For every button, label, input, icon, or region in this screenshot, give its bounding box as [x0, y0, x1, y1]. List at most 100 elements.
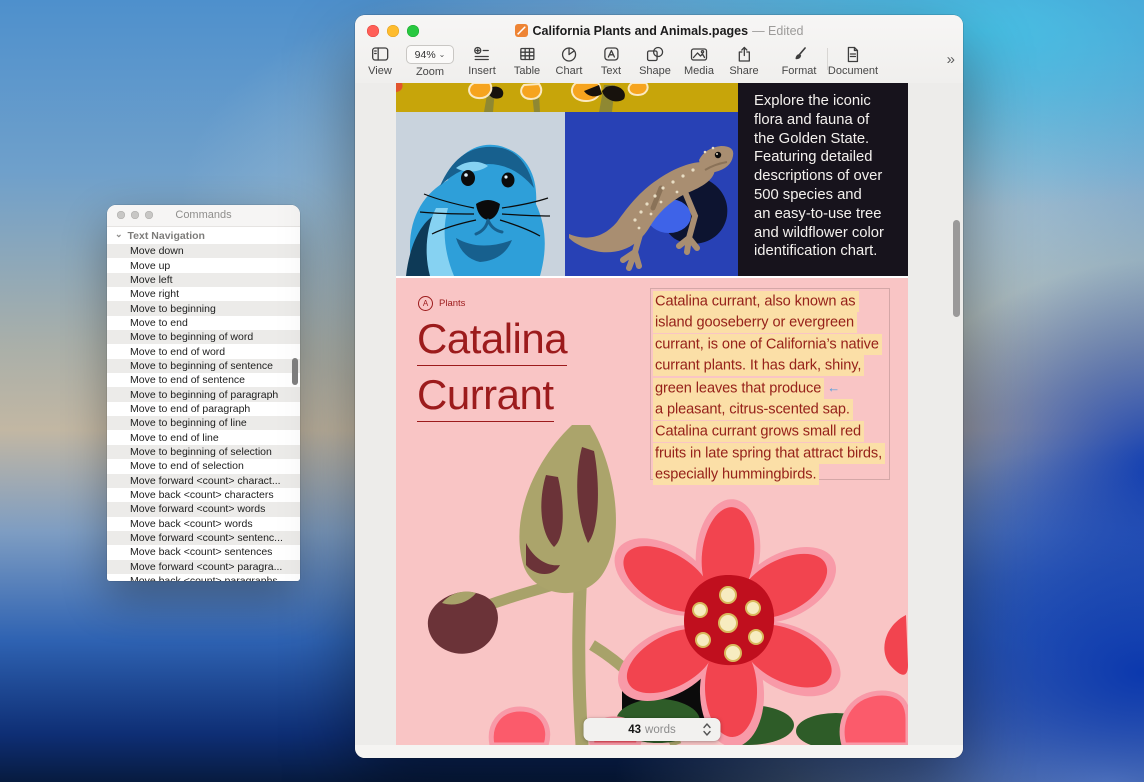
chevron-down-icon: ⌄: [115, 229, 123, 240]
intro-text-box[interactable]: Explore the iconic flora and fauna of th…: [738, 83, 908, 276]
zoom-select[interactable]: 94% ⌄: [406, 45, 454, 64]
body-line: island gooseberry or evergreen: [653, 313, 889, 335]
text-button[interactable]: Text: [601, 45, 621, 77]
category-letter-icon: A: [418, 296, 433, 311]
intro-line: descriptions of over: [754, 167, 898, 186]
word-count-value: 43: [628, 724, 641, 736]
intro-line: flora and fauna of: [754, 111, 898, 130]
poppy-band-image[interactable]: [396, 83, 738, 112]
toolbar-label: Document: [828, 65, 878, 77]
list-item[interactable]: Move to beginning of word: [107, 330, 300, 344]
list-item[interactable]: Move to beginning of line: [107, 416, 300, 430]
list-item[interactable]: Move back <count> paragraphs: [107, 574, 300, 581]
category-label: Plants: [439, 298, 465, 309]
list-item[interactable]: Move forward <count> paragra...: [107, 560, 300, 574]
list-item[interactable]: Move to beginning of paragraph: [107, 387, 300, 401]
body-line: currant, is one of California’s native: [653, 334, 889, 356]
stepper-icon[interactable]: [703, 722, 712, 740]
list-item[interactable]: Move back <count> characters: [107, 488, 300, 502]
list-item[interactable]: Move to beginning of sentence: [107, 359, 300, 373]
view-button[interactable]: View: [368, 45, 392, 77]
pages-app-icon: [515, 23, 528, 40]
body-line: fruits in late spring that attract birds…: [653, 443, 889, 465]
panel-scrollbar[interactable]: [292, 358, 298, 385]
body-line: green leaves that produce←: [653, 377, 889, 400]
intro-line: Explore the iconic: [754, 92, 898, 111]
media-button[interactable]: Media: [684, 45, 714, 77]
document-icon: [845, 45, 861, 63]
toolbar-label: Text: [601, 65, 621, 77]
intro-line: and wildflower color: [754, 224, 898, 243]
toolbar-label: View: [368, 65, 392, 77]
table-icon: [518, 45, 535, 63]
list-item[interactable]: Move to beginning of selection: [107, 445, 300, 459]
list-item[interactable]: Move to beginning: [107, 301, 300, 315]
format-icon: [791, 45, 808, 63]
body-line: especially hummingbirds.: [653, 465, 889, 487]
media-icon: [690, 45, 708, 63]
table-button[interactable]: Table: [514, 45, 540, 77]
window-chrome: California Plants and Animals.pages— Edi…: [355, 15, 963, 84]
body-line: currant plants. It has dark, shiny,: [653, 356, 889, 378]
body-line: Catalina currant, also known as: [653, 291, 889, 313]
word-count-label: words: [645, 724, 676, 736]
list-item[interactable]: Move down: [107, 244, 300, 258]
zoom-value: 94%: [415, 49, 436, 61]
chart-icon: [561, 45, 578, 63]
word-count-pill[interactable]: 43 words: [584, 718, 721, 741]
document-page[interactable]: Explore the iconic flora and fauna of th…: [396, 83, 908, 745]
document-viewport: Explore the iconic flora and fauna of th…: [355, 83, 963, 745]
commands-panel: Commands ⌄ Text Navigation Move down Mov…: [107, 205, 300, 581]
insert-button[interactable]: Insert: [468, 45, 496, 77]
section-label: Text Navigation: [128, 230, 205, 242]
share-button[interactable]: Share: [729, 45, 758, 77]
text-icon: [603, 45, 620, 63]
list-item[interactable]: Move back <count> words: [107, 517, 300, 531]
list-item[interactable]: Move back <count> sentences: [107, 545, 300, 559]
intro-line: an easy-to-use tree: [754, 205, 898, 224]
heading-line: Currant: [417, 374, 554, 422]
list-item[interactable]: Move to end of sentence: [107, 373, 300, 387]
format-button[interactable]: Format: [782, 45, 817, 77]
body-text-box[interactable]: Catalina currant, also known as island g…: [650, 288, 890, 480]
list-item[interactable]: Move forward <count> charact...: [107, 474, 300, 488]
list-item[interactable]: Move to end of line: [107, 430, 300, 444]
list-item[interactable]: Move to end of paragraph: [107, 402, 300, 416]
toolbar-label: Insert: [468, 65, 496, 77]
chart-button[interactable]: Chart: [556, 45, 583, 77]
toolbar-overflow-button[interactable]: »: [947, 51, 953, 68]
list-item[interactable]: Move forward <count> words: [107, 502, 300, 516]
list-item[interactable]: Move right: [107, 287, 300, 301]
body-line: Catalina currant grows small red: [653, 422, 889, 444]
toolbar-label: Zoom: [416, 66, 444, 78]
window-scrollbar[interactable]: [953, 220, 960, 317]
shape-button[interactable]: Shape: [639, 45, 671, 77]
list-item[interactable]: Move left: [107, 273, 300, 287]
document-title: California Plants and Animals.pages: [533, 24, 749, 38]
commands-list: Move down Move up Move left Move right M…: [107, 244, 300, 581]
list-item[interactable]: Move to end: [107, 316, 300, 330]
section-text-navigation[interactable]: ⌄ Text Navigation: [107, 227, 300, 244]
list-item[interactable]: Move forward <count> sentenc...: [107, 531, 300, 545]
list-item[interactable]: Move to end of word: [107, 344, 300, 358]
article-heading[interactable]: Catalina Currant: [417, 318, 567, 430]
toolbar-label: Share: [729, 65, 758, 77]
category-tag[interactable]: A Plants: [418, 296, 465, 311]
seal-image[interactable]: [396, 112, 565, 276]
zoom-button[interactable]: 94% ⌄ Zoom: [406, 45, 454, 78]
list-item[interactable]: Move to end of selection: [107, 459, 300, 473]
list-item[interactable]: Move up: [107, 258, 300, 272]
document-button[interactable]: Document: [828, 45, 878, 77]
intro-line: Featuring detailed: [754, 148, 898, 167]
intro-line: the Golden State.: [754, 130, 898, 149]
heading-line: Catalina: [417, 318, 567, 366]
toolbar-label: Media: [684, 65, 714, 77]
window-title: California Plants and Animals.pages— Edi…: [355, 23, 963, 40]
window-bottom-bar: [355, 745, 963, 758]
image-row: Explore the iconic flora and fauna of th…: [396, 83, 908, 276]
body-line: a pleasant, citrus-scented sap.: [653, 400, 889, 422]
intro-line: 500 species and: [754, 186, 898, 205]
lizard-image[interactable]: [565, 112, 738, 276]
chevron-down-icon: ⌄: [439, 50, 446, 59]
intro-line: identification chart.: [754, 242, 898, 261]
